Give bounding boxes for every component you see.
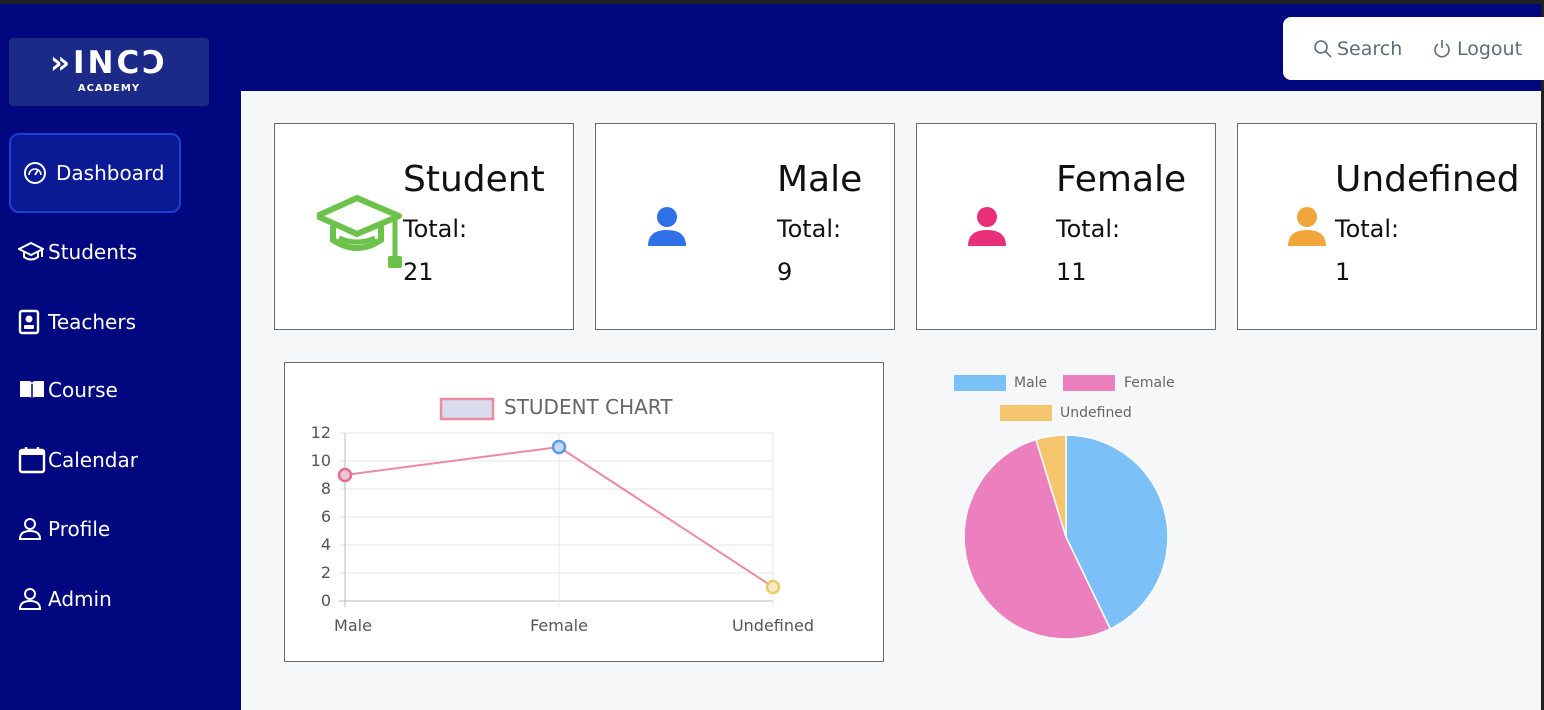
sidebar-item-label: Dashboard bbox=[56, 161, 165, 185]
sidebar-item-profile[interactable]: Profile bbox=[12, 503, 180, 555]
chart-legend-label: STUDENT CHART bbox=[504, 395, 673, 419]
y-tick-label: 10 bbox=[311, 451, 331, 470]
female-card[interactable]: Female Total: 11 bbox=[916, 123, 1216, 330]
pie-chart-canvas: Male Female Undefined bbox=[954, 375, 1175, 640]
legend-swatch-female[interactable] bbox=[1063, 375, 1115, 391]
legend-label-female: Female bbox=[1124, 375, 1175, 391]
undefined-card[interactable]: Undefined Total: 1 bbox=[1237, 123, 1537, 330]
card-title: Male bbox=[777, 159, 863, 200]
power-icon bbox=[1433, 39, 1451, 59]
search-icon bbox=[1313, 39, 1333, 59]
student-line-chart: STUDENT CHART 0 2 4 6 8 10 12 Male Female Undefi… bbox=[284, 362, 884, 662]
sidebar-item-label: Admin bbox=[48, 587, 112, 611]
sidebar-item-label: Calendar bbox=[48, 448, 138, 472]
card-total-value: 21 bbox=[403, 258, 434, 286]
user-icon bbox=[12, 587, 48, 611]
legend-swatch-undefined[interactable] bbox=[1000, 405, 1052, 421]
logo-wordmark: »INCↃ bbox=[49, 45, 168, 81]
logout-button[interactable]: Logout bbox=[1433, 37, 1522, 61]
user-icon bbox=[1286, 206, 1328, 252]
academy-logo[interactable]: »INCↃ ACADEMY bbox=[9, 38, 209, 106]
card-total-value: 9 bbox=[777, 258, 793, 286]
data-point[interactable] bbox=[765, 579, 781, 595]
legend-label-undefined: Undefined bbox=[1060, 405, 1132, 421]
sidebar-item-dashboard[interactable]: Dashboard bbox=[9, 133, 181, 213]
student-pie-chart: Male Female Undefined bbox=[940, 362, 1200, 652]
y-tick-label: 6 bbox=[321, 507, 331, 526]
card-total-label: Total: bbox=[1335, 215, 1400, 243]
logout-label: Logout bbox=[1457, 38, 1523, 60]
sidebar-item-label: Students bbox=[48, 240, 138, 264]
y-tick-label: 0 bbox=[321, 591, 331, 610]
sidebar-item-students[interactable]: Students bbox=[12, 226, 180, 278]
legend-swatch-line[interactable] bbox=[439, 397, 495, 421]
user-icon bbox=[12, 517, 48, 541]
legend-swatch-male[interactable] bbox=[954, 375, 1006, 391]
line-chart-canvas: STUDENT CHART 0 2 4 6 8 10 12 Male Female Undefi… bbox=[311, 395, 814, 635]
y-tick-label: 12 bbox=[311, 423, 331, 442]
book-icon bbox=[12, 378, 48, 402]
search-button[interactable]: Search bbox=[1313, 37, 1402, 61]
search-label: Search bbox=[1337, 38, 1403, 60]
x-tick-label: Female bbox=[530, 616, 588, 635]
id-badge-icon bbox=[12, 309, 48, 335]
data-point[interactable] bbox=[551, 439, 567, 455]
card-total-label: Total: bbox=[777, 215, 842, 243]
card-total-value: 11 bbox=[1056, 258, 1087, 286]
y-tick-label: 2 bbox=[321, 563, 331, 582]
sidebar-item-calendar[interactable]: Calendar bbox=[12, 434, 180, 486]
legend-label-male: Male bbox=[1014, 375, 1047, 391]
user-icon bbox=[966, 206, 1008, 252]
sidebar-item-label: Profile bbox=[48, 517, 111, 541]
dashboard-icon bbox=[11, 161, 56, 185]
card-title: Undefined bbox=[1335, 159, 1520, 200]
sidebar-item-teachers[interactable]: Teachers bbox=[12, 296, 180, 348]
sidebar-item-course[interactable]: Course bbox=[12, 364, 180, 416]
header-actions: Search Logout bbox=[1283, 17, 1544, 80]
card-title: Student bbox=[403, 159, 545, 200]
sidebar-item-label: Course bbox=[48, 378, 118, 402]
graduation-cap-icon bbox=[12, 240, 48, 264]
male-card[interactable]: Male Total: 9 bbox=[595, 123, 895, 330]
sidebar-item-label: Teachers bbox=[48, 310, 136, 334]
card-total-label: Total: bbox=[1056, 215, 1121, 243]
card-total-value: 1 bbox=[1335, 258, 1351, 286]
pie-legend: Male Female Undefined bbox=[954, 375, 1175, 421]
data-point[interactable] bbox=[337, 467, 353, 483]
sidebar-item-admin[interactable]: Admin bbox=[12, 573, 180, 625]
y-tick-label: 8 bbox=[321, 479, 331, 498]
graduation-cap-icon bbox=[314, 194, 405, 276]
y-tick-label: 4 bbox=[321, 535, 331, 554]
logo-subtitle: ACADEMY bbox=[77, 83, 141, 94]
user-icon bbox=[646, 206, 688, 252]
x-tick-label: Undefined bbox=[732, 616, 814, 635]
calendar-icon bbox=[12, 447, 48, 474]
x-tick-label: Male bbox=[334, 616, 372, 635]
student-card[interactable]: Student Total: 21 bbox=[274, 123, 574, 330]
card-title: Female bbox=[1056, 159, 1187, 200]
card-total-label: Total: bbox=[403, 215, 468, 243]
